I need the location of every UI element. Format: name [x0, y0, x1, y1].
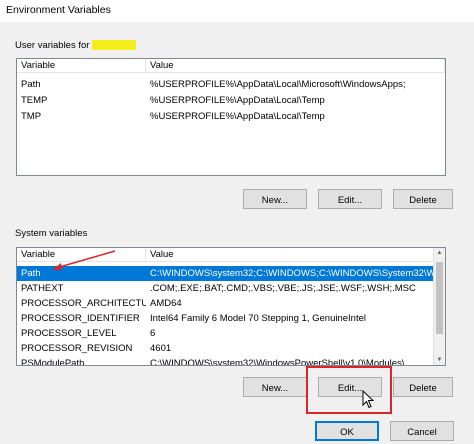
value-cell: %USERPROFILE%\AppData\Local\Microsoft\Wi…	[150, 79, 406, 90]
table-row[interactable]: Path %USERPROFILE%\AppData\Local\Microso…	[17, 77, 445, 92]
scroll-down-arrow-icon[interactable]: ▼	[434, 355, 445, 365]
scroll-thumb[interactable]	[436, 262, 443, 334]
value-cell: 4601	[150, 343, 172, 354]
cancel-button[interactable]: Cancel	[390, 421, 454, 441]
variable-cell: PROCESSOR_LEVEL	[21, 328, 117, 339]
value-cell: 6	[150, 328, 156, 339]
variable-cell: PROCESSOR_ARCHITECTURE	[21, 298, 146, 309]
table-row[interactable]: PROCESSOR_IDENTIFIER Intel64 Family 6 Mo…	[17, 311, 434, 326]
value-cell: C:\WINDOWS\system32;C:\WINDOWS;C:\WINDOW…	[150, 268, 436, 279]
table-row[interactable]: PSModulePath C:\WINDOWS\system32\Windows…	[17, 356, 434, 366]
table-row[interactable]: PATHEXT .COM;.EXE;.BAT;.CMD;.VBS;.VBE;.J…	[17, 281, 434, 296]
variable-cell: Path	[21, 79, 41, 90]
system-delete-button[interactable]: Delete	[393, 377, 453, 397]
variable-cell: PROCESSOR_REVISION	[21, 343, 133, 354]
scroll-up-arrow-icon[interactable]: ▲	[434, 248, 445, 258]
value-cell: .COM;.EXE;.BAT;.CMD;.VBS;.VBE;.JS;.JSE;.…	[150, 283, 416, 294]
variable-cell: PROCESSOR_IDENTIFIER	[21, 313, 140, 324]
annotation-highlight-box	[306, 366, 392, 414]
value-cell: C:\WINDOWS\system32\WindowsPowerShell\v1…	[150, 358, 405, 366]
window-title: Environment Variables	[6, 4, 111, 16]
vertical-scrollbar[interactable]: ▲ ▼	[433, 248, 445, 365]
value-cell: AMD64	[150, 298, 182, 309]
system-new-button[interactable]: New...	[243, 377, 307, 397]
annotation-arrow-icon	[52, 250, 116, 270]
user-delete-button[interactable]: Delete	[393, 189, 453, 209]
mouse-cursor-icon	[362, 390, 375, 409]
system-variables-label: System variables	[15, 228, 88, 239]
column-header-value[interactable]: Value	[146, 59, 445, 73]
table-row[interactable]: PROCESSOR_ARCHITECTURE AMD64	[17, 296, 434, 311]
title-bar: Environment Variables	[0, 0, 474, 22]
user-variables-label: User variables for	[15, 40, 137, 51]
table-row[interactable]: PROCESSOR_REVISION 4601	[17, 341, 434, 356]
variable-cell: PSModulePath	[21, 358, 85, 366]
column-header-variable[interactable]: Variable	[17, 59, 146, 73]
variable-cell: TEMP	[21, 95, 48, 106]
table-row[interactable]: TMP %USERPROFILE%\AppData\Local\Temp	[17, 109, 445, 124]
user-edit-button[interactable]: Edit...	[318, 189, 382, 209]
value-cell: Intel64 Family 6 Model 70 Stepping 1, Ge…	[150, 313, 366, 324]
value-cell: %USERPROFILE%\AppData\Local\Temp	[150, 111, 325, 122]
table-row[interactable]: TEMP %USERPROFILE%\AppData\Local\Temp	[17, 93, 445, 108]
variable-cell: TMP	[21, 111, 42, 122]
value-cell: %USERPROFILE%\AppData\Local\Temp	[150, 95, 325, 106]
ok-button[interactable]: OK	[315, 421, 379, 441]
user-variables-list[interactable]: Variable Value Path %USERPROFILE%\AppDat…	[16, 58, 446, 176]
user-new-button[interactable]: New...	[243, 189, 307, 209]
table-row[interactable]: PROCESSOR_LEVEL 6	[17, 326, 434, 341]
variable-cell: PATHEXT	[21, 283, 64, 294]
column-header-value[interactable]: Value	[146, 248, 434, 262]
username-highlight	[92, 40, 137, 51]
